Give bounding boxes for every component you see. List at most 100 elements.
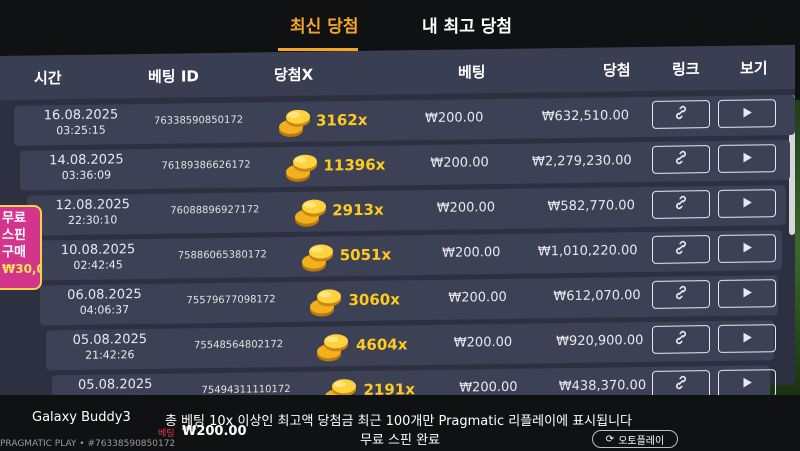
bet-value: ₩200.00 <box>182 424 247 439</box>
replay-view-button[interactable] <box>718 324 776 353</box>
column-header-multiplier: 당첨X <box>274 65 314 85</box>
link-icon <box>673 239 689 259</box>
play-icon <box>740 104 754 123</box>
autoplay-label: 오토플레이 <box>618 435 665 447</box>
row-bet: ₩200.00 <box>453 334 513 351</box>
row-date: 10.08.2025 <box>60 242 136 259</box>
row-date: 12.08.2025 <box>55 197 130 214</box>
gold-coin-stack-icon <box>299 240 337 273</box>
column-header-win: 당첨 <box>603 61 631 80</box>
provider-brand: PRAGMATIC PLAY • #76338590850172 <box>0 439 176 449</box>
table-row: 05.08.2025 21:42:26 75548564802172 4604x… <box>46 320 776 371</box>
row-multiplier: 4604x <box>356 335 408 355</box>
row-time: 12.08.2025 22:30:10 <box>38 197 148 229</box>
gold-coin-stack-icon <box>314 330 352 363</box>
autoplay-button[interactable]: ⟳ 오토플레이 <box>592 430 678 448</box>
row-win: ₩438,370.00 <box>558 377 647 395</box>
play-icon <box>740 329 754 348</box>
row-date: 05.08.2025 <box>72 331 148 348</box>
play-icon <box>740 194 754 213</box>
promo-amount: ₩30,0 <box>2 262 42 276</box>
replay-view-button[interactable] <box>718 144 776 173</box>
replay-link-button[interactable] <box>652 145 710 174</box>
wins-table: 시간 베팅 ID 당첨X 베팅 당첨 링크 보기 16.08.2025 03:2… <box>0 44 795 416</box>
row-date: 16.08.2025 <box>43 107 119 124</box>
row-bet-id: 76189386626172 <box>161 159 251 172</box>
row-bet: ₩200.00 <box>448 289 507 306</box>
row-clock: 04:06:37 <box>79 303 130 317</box>
table-row: 10.08.2025 02:42:45 75886065380172 5051x… <box>33 230 782 281</box>
row-win: ₩1,010,220.00 <box>537 243 638 260</box>
row-multiplier: 2913x <box>332 200 384 220</box>
table-row: 12.08.2025 22:30:10 76088896927172 2913x… <box>27 185 786 236</box>
replay-view-button[interactable] <box>718 99 776 128</box>
game-name: Galaxy Buddy3 <box>32 410 131 425</box>
row-clock: 22:30:10 <box>67 213 118 228</box>
row-win: ₩2,279,230.00 <box>531 153 632 170</box>
replay-link-button[interactable] <box>652 100 710 129</box>
row-multiplier: 11396x <box>323 155 386 175</box>
autoplay-icon: ⟳ <box>605 433 615 445</box>
row-multiplier: 3162x <box>316 110 368 130</box>
column-header-bet: 베팅 <box>458 63 486 82</box>
row-bet-id: 76088896927172 <box>170 204 260 217</box>
row-bet: ₩200.00 <box>436 200 496 216</box>
row-bet: ₩200.00 <box>459 379 518 396</box>
replay-link-button[interactable] <box>652 235 710 264</box>
row-clock: 02:42:45 <box>73 258 123 272</box>
link-icon <box>673 194 689 214</box>
row-time: 16.08.2025 03:25:15 <box>26 107 136 139</box>
row-win: ₩612,070.00 <box>553 288 641 305</box>
tab-my-best-wins[interactable]: 내 최고 당첨 <box>422 12 512 37</box>
play-icon <box>740 284 754 303</box>
table-row: 16.08.2025 03:25:15 76338590850172 3162x… <box>14 94 795 146</box>
row-bet: ₩200.00 <box>425 110 484 127</box>
tab-latest-wins[interactable]: 최신 당첨 <box>290 12 358 37</box>
gold-coin-stack-icon <box>307 285 345 318</box>
promo-line: 무료 <box>2 211 26 226</box>
row-multiplier: 5051x <box>339 245 392 265</box>
replay-view-button[interactable] <box>718 369 776 398</box>
link-icon <box>673 284 689 304</box>
row-bet: ₩200.00 <box>430 155 489 171</box>
row-win: ₩920,900.00 <box>556 333 644 350</box>
replay-link-button[interactable] <box>652 280 710 309</box>
replay-link-button[interactable] <box>652 190 710 219</box>
row-time: 06.08.2025 04:06:37 <box>49 287 159 319</box>
link-icon <box>673 104 689 124</box>
table-row: 06.08.2025 04:06:37 75579677098172 3060x… <box>40 275 778 326</box>
replay-link-button[interactable] <box>652 325 710 354</box>
replay-view-button[interactable] <box>718 279 776 308</box>
gold-coin-stack-icon <box>283 151 321 184</box>
gold-coin-stack-icon <box>292 195 330 228</box>
row-clock: 21:42:26 <box>85 348 135 362</box>
bet-label: 베팅 <box>158 429 175 439</box>
table-row: 14.08.2025 03:36:09 76189386626172 11396… <box>20 139 790 191</box>
free-spin-status: 무료 스핀 완료 <box>360 433 441 448</box>
row-date: 14.08.2025 <box>49 152 124 169</box>
link-icon <box>673 374 689 394</box>
row-clock: 03:36:09 <box>61 168 112 183</box>
buy-free-spins-banner[interactable]: 무료 스핀 구매 ₩30,0 <box>0 205 42 290</box>
column-header-view: 보기 <box>740 59 768 78</box>
row-time: 14.08.2025 03:36:09 <box>31 152 141 184</box>
row-date: 06.08.2025 <box>67 287 142 304</box>
row-time: 05.08.2025 21:42:26 <box>55 332 165 364</box>
row-bet-id: 75579677098172 <box>186 294 276 307</box>
row-win: ₩582,770.00 <box>547 198 635 215</box>
row-bet-id: 75886065380172 <box>177 249 267 262</box>
replay-view-button[interactable] <box>718 189 776 218</box>
row-bet-id: 75548564802172 <box>194 339 284 352</box>
row-win: ₩632,510.00 <box>541 108 629 125</box>
row-time: 10.08.2025 02:42:45 <box>43 242 153 274</box>
row-bet-id: 76338590850172 <box>154 114 244 127</box>
row-multiplier: 3060x <box>348 290 400 310</box>
gold-coin-stack-icon <box>276 106 314 139</box>
promo-line: 구매 <box>2 245 26 260</box>
replay-view-button[interactable] <box>718 234 776 263</box>
play-icon <box>740 374 754 393</box>
link-icon <box>673 329 689 349</box>
row-clock: 03:25:15 <box>56 123 106 138</box>
play-icon <box>740 239 754 258</box>
column-header-time: 시간 <box>34 69 62 88</box>
